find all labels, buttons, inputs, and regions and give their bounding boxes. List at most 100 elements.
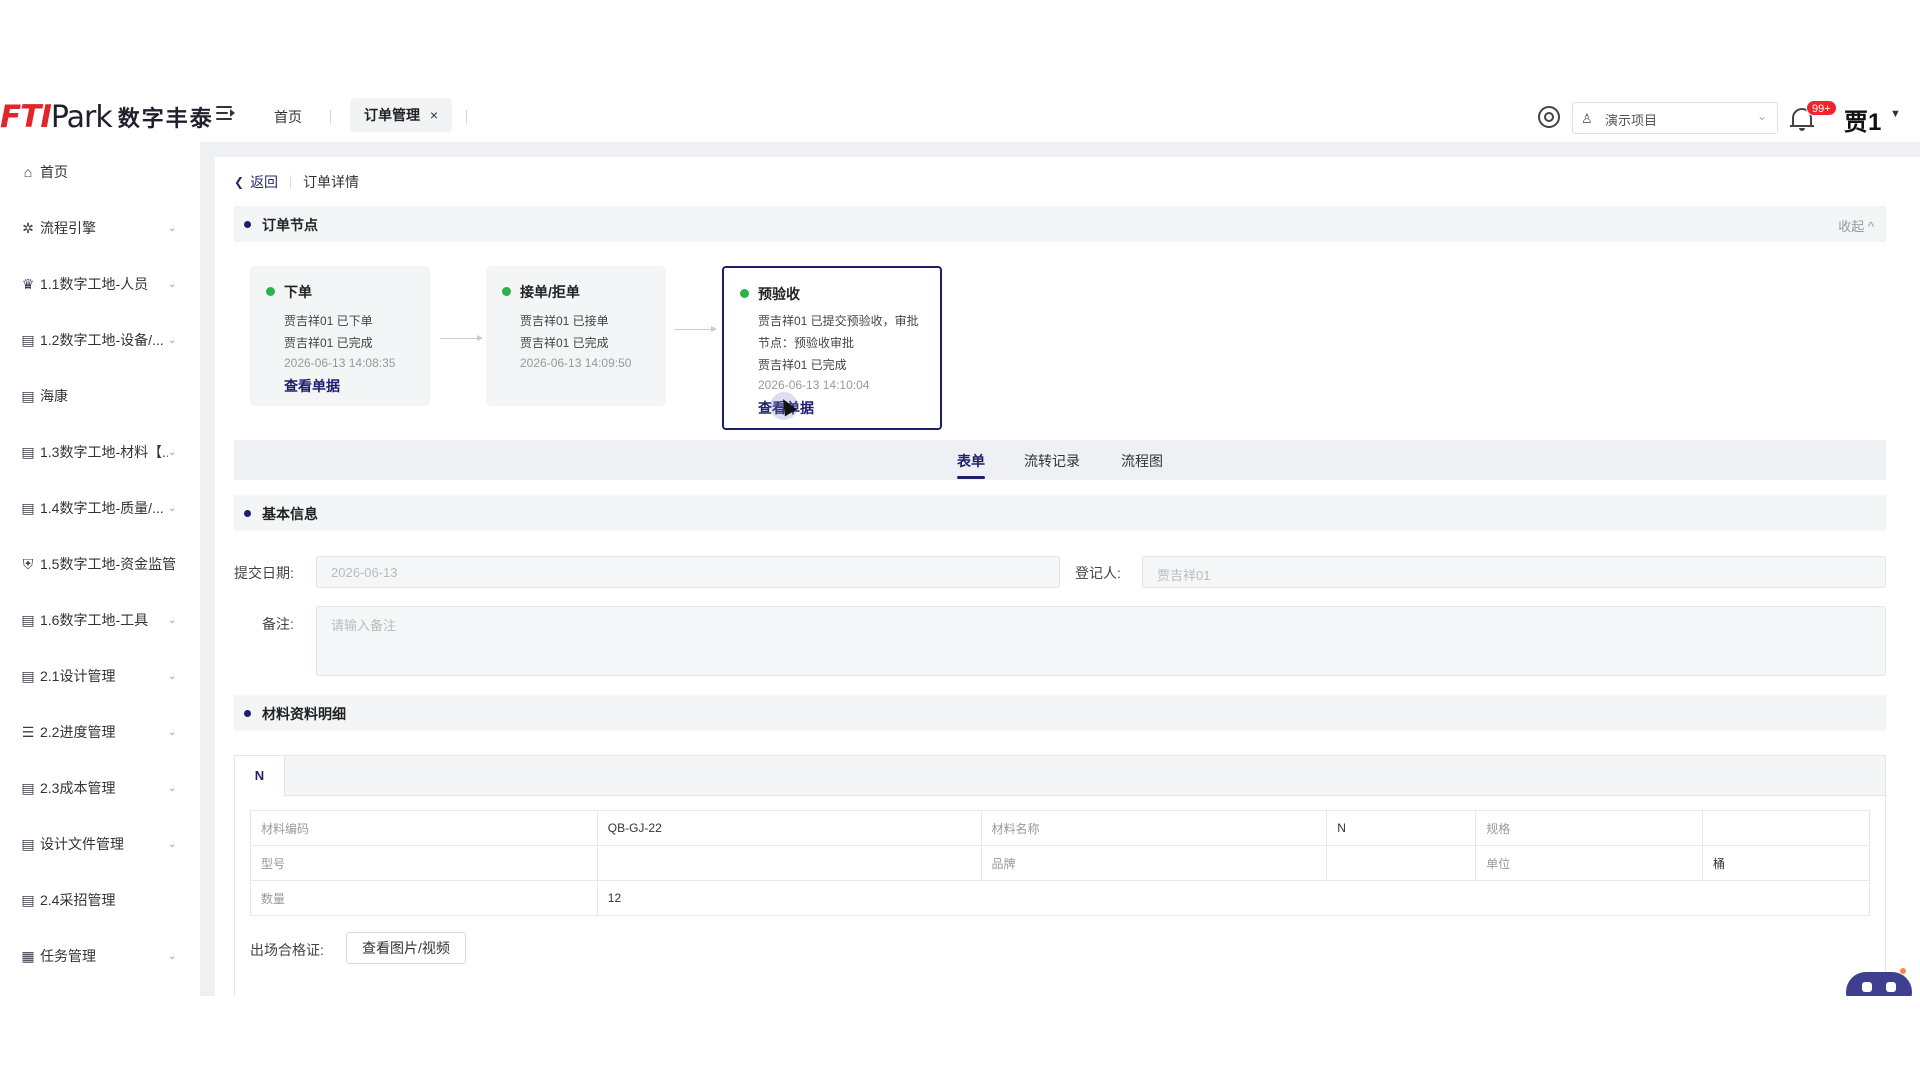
- step-arrow: [440, 335, 483, 341]
- sidebar-item-cost-management[interactable]: ▤ 2.3成本管理 ⌄: [0, 768, 200, 808]
- chevron-left-icon[interactable]: ❮: [234, 175, 244, 189]
- view-media-button[interactable]: 查看图片/视频: [346, 932, 466, 964]
- sidebar-item-procurement[interactable]: ▤ 2.4采招管理: [0, 880, 200, 920]
- sidebar-item-label: 2.1设计管理: [40, 668, 116, 684]
- briefcase-icon: ▦: [21, 947, 35, 964]
- caret-down-icon[interactable]: ▼: [1890, 108, 1901, 120]
- sidebar-item-label: 1.3数字工地-材料【...: [40, 444, 168, 460]
- chevron-down-icon: ⌄: [168, 278, 177, 290]
- step-time: 2026-06-13 14:09:50: [520, 356, 632, 370]
- bullet-icon: [244, 221, 251, 228]
- table-cell-key: 材料编码: [250, 810, 598, 846]
- chevron-down-icon: ⌄: [168, 614, 177, 626]
- section-material-details: 材料资料明细: [234, 695, 1886, 731]
- menu-toggle-icon[interactable]: [216, 104, 236, 124]
- sidebar-item-label: 设计文件管理: [40, 836, 124, 852]
- sidebar-item-label: 任务管理: [40, 948, 96, 964]
- sidebar-item-hikvision[interactable]: ▤ 海康: [0, 376, 200, 416]
- table-cell-key: 单位: [1475, 845, 1704, 881]
- section-title: 订单节点: [262, 217, 318, 233]
- workflow-icon: ✲: [22, 219, 34, 236]
- tab-order-management[interactable]: 订单管理 ×: [350, 98, 453, 132]
- table-cell-value: 桶: [1702, 845, 1870, 881]
- sidebar-item-fund-supervision[interactable]: ⛨ 1.5数字工地-资金监管: [0, 544, 200, 584]
- table-cell-value: N: [1326, 810, 1477, 846]
- document-icon: ▤: [21, 779, 35, 796]
- view-document-link[interactable]: 查看单据: [284, 376, 340, 396]
- sidebar-item-site-personnel[interactable]: ♛ 1.1数字工地-人员 ⌄: [0, 264, 200, 304]
- gantt-icon: ☰: [21, 723, 35, 740]
- chevron-down-icon: ⌄: [168, 446, 177, 458]
- logo-ft-text: FTI: [0, 99, 52, 135]
- document-icon: ▤: [21, 499, 35, 516]
- status-dot-icon: [502, 287, 511, 296]
- sidebar-item-label: 2.3成本管理: [40, 780, 116, 796]
- sidebar-item-task-management[interactable]: ▦ 任务管理 ⌄: [0, 936, 200, 976]
- sidebar-item-workflow[interactable]: ✲ 流程引擎 ⌄: [0, 208, 200, 248]
- support-icon[interactable]: [1538, 106, 1560, 128]
- step-log-line: 贾吉祥01 已完成: [284, 336, 373, 350]
- sidebar-item-home[interactable]: ⌂ 首页: [0, 152, 200, 192]
- step-title: 接单/拒单: [520, 284, 580, 300]
- document-icon: ▤: [21, 891, 35, 908]
- registrant-field[interactable]: 贾吉祥01: [1142, 556, 1886, 588]
- sidebar-item-label: 1.2数字工地-设备/...: [40, 332, 164, 348]
- sidebar-item-design-management[interactable]: ▤ 2.1设计管理 ⌄: [0, 656, 200, 696]
- material-table: 材料编码 QB-GJ-22 材料名称 N 规格 型号 品牌 单位 桶 数量 12: [250, 810, 1871, 916]
- tab-home[interactable]: 首页: [264, 102, 312, 132]
- notification-badge: 99+: [1806, 100, 1837, 116]
- sidebar-item-label: 2.4采招管理: [40, 892, 116, 908]
- collapse-button[interactable]: 收起 ^: [1838, 216, 1874, 235]
- sidebar-item-label: 1.1数字工地-人员: [40, 276, 149, 292]
- chevron-down-icon: ⌄: [168, 502, 177, 514]
- bullet-icon: [244, 710, 251, 717]
- table-cell-key: 品牌: [980, 845, 1328, 881]
- chevron-down-icon: ⌄: [168, 670, 177, 682]
- tab-form[interactable]: 表单: [957, 451, 985, 471]
- sidebar-item-label: 1.4数字工地-质量/...: [40, 500, 164, 516]
- tab-flow-records[interactable]: 流转记录: [1024, 451, 1080, 471]
- section-title: 材料资料明细: [262, 706, 346, 722]
- step-card-pre-acceptance[interactable]: 预验收 贾吉祥01 已提交预验收，审批 节点：预验收审批 贾吉祥01 已完成 2…: [722, 266, 942, 430]
- brand-logo[interactable]: FTI Park 数字丰泰: [0, 99, 214, 135]
- sidebar-item-label: 1.5数字工地-资金监管: [40, 556, 177, 572]
- table-cell-key: 型号: [250, 845, 598, 881]
- sidebar-item-label: 2.2进度管理: [40, 724, 116, 740]
- sidebar-item-site-quality[interactable]: ▤ 1.4数字工地-质量/... ⌄: [0, 488, 200, 528]
- assistant-robot-icon[interactable]: [1846, 968, 1912, 996]
- section-order-nodes: 订单节点 收起 ^: [234, 206, 1886, 242]
- chevron-down-icon: ⌄: [168, 334, 177, 346]
- table-cell-value: [1326, 845, 1477, 881]
- document-icon: ▤: [21, 835, 35, 852]
- tab-divider: [466, 110, 467, 124]
- sidebar-item-site-equipment[interactable]: ▤ 1.2数字工地-设备/... ⌄: [0, 320, 200, 360]
- sidebar-item-site-tools[interactable]: ▤ 1.6数字工地-工具 ⌄: [0, 600, 200, 640]
- tab-flow-chart[interactable]: 流程图: [1121, 451, 1163, 471]
- step-log-line: 贾吉祥01 已完成: [758, 358, 847, 372]
- tab-divider: [330, 110, 331, 124]
- close-icon[interactable]: ×: [430, 107, 438, 123]
- project-select[interactable]: ♙ 演示项目 ⌄: [1572, 102, 1778, 134]
- submit-date-field[interactable]: 2026-06-13: [316, 556, 1060, 588]
- tab-order-management-label: 订单管理: [364, 107, 420, 123]
- chevron-down-icon: ⌄: [168, 726, 177, 738]
- remark-textarea[interactable]: 请输入备注: [316, 606, 1886, 676]
- back-link[interactable]: 返回: [250, 172, 278, 192]
- section-title: 基本信息: [262, 506, 318, 522]
- sidebar-item-label: 1.6数字工地-工具: [40, 612, 149, 628]
- breadcrumb-divider: [290, 175, 292, 189]
- sidebar-item-site-material[interactable]: ▤ 1.3数字工地-材料【... ⌄: [0, 432, 200, 472]
- chevron-down-icon: ⌄: [1756, 109, 1767, 123]
- user-avatar[interactable]: 贾1: [1844, 102, 1881, 137]
- document-icon: ▤: [21, 331, 35, 348]
- people-icon: ♛: [21, 275, 35, 292]
- table-cell-value: [1702, 810, 1870, 846]
- material-tab-n[interactable]: N: [235, 756, 285, 797]
- document-icon: ▤: [21, 611, 35, 628]
- table-cell-key: 数量: [250, 880, 598, 916]
- sidebar-item-design-files[interactable]: ▤ 设计文件管理 ⌄: [0, 824, 200, 864]
- sidebar-item-progress-management[interactable]: ☰ 2.2进度管理 ⌄: [0, 712, 200, 752]
- document-icon: ▤: [21, 387, 35, 404]
- submit-date-label: 提交日期:: [234, 565, 294, 581]
- chevron-down-icon: ⌄: [168, 950, 177, 962]
